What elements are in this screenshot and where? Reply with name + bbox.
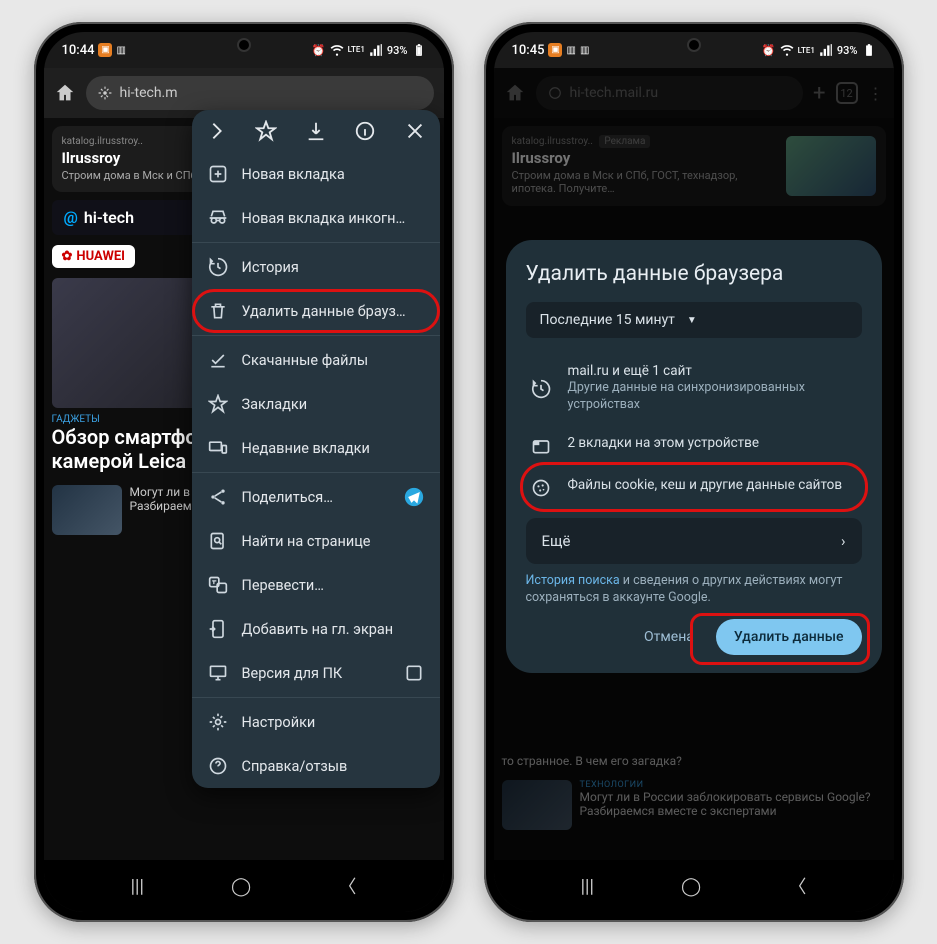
row-title: Файлы cookie, кеш и другие данные сайтов [568, 476, 843, 498]
menu-add-home[interactable]: Добавить на гл. экран [192, 607, 440, 651]
notification-icon: ▥ [566, 45, 575, 56]
menu-clear-data[interactable]: Удалить данные брауз… [192, 289, 440, 333]
desktop-icon [208, 663, 228, 683]
download-icon[interactable] [305, 120, 327, 142]
dialog-title: Удалить данные браузера [526, 262, 862, 286]
star-icon[interactable] [255, 120, 277, 142]
menu-downloads[interactable]: Скачанные файлы [192, 338, 440, 382]
menu-settings[interactable]: Настройки [192, 700, 440, 744]
menu-bookmarks[interactable]: Закладки [192, 382, 440, 426]
menu-find[interactable]: Найти на странице [192, 519, 440, 563]
phone-right: 10:45 ▣ ▥ ▥ ⏰ LTE1 93% hi-tech.mail.ru +… [484, 22, 904, 922]
dialog-row-history[interactable]: mail.ru и ещё 1 сайт Другие данные на си… [526, 352, 862, 424]
chevron-down-icon: ▼ [687, 315, 697, 326]
dialog-row-cookies[interactable]: Файлы cookie, кеш и другие данные сайтов [526, 466, 862, 508]
menu-share[interactable]: Поделиться… [192, 475, 440, 519]
forward-icon[interactable] [206, 120, 228, 142]
share-icon [208, 487, 228, 507]
incognito-icon [208, 208, 228, 228]
menu-top-actions [192, 110, 440, 152]
menu-help[interactable]: Справка/отзыв [192, 744, 440, 788]
home-icon[interactable] [54, 82, 76, 104]
menu-recent-tabs[interactable]: Недавние вкладки [192, 426, 440, 470]
huawei-chip[interactable]: ✿ HUAWEI [52, 245, 135, 268]
back-nav-icon[interactable]: 〈 [788, 873, 806, 899]
check-underline-icon [208, 350, 228, 370]
alarm-icon: ⏰ [312, 44, 326, 57]
menu-incognito[interactable]: Новая вкладка инкогн… [192, 196, 440, 240]
cookie-icon [528, 476, 554, 498]
menu-translate[interactable]: Перевести… [192, 563, 440, 607]
hitech-label: hi-tech [84, 208, 134, 227]
battery-icon [412, 43, 426, 57]
cancel-button[interactable]: Отмена [640, 621, 698, 653]
recents-icon[interactable]: ||| [131, 876, 144, 897]
row-title: 2 вкладки на этом устройстве [568, 434, 760, 456]
menu-desktop-site[interactable]: Версия для ПК [192, 651, 440, 695]
clear-data-dialog: Удалить данные браузера Последние 15 мин… [506, 240, 882, 673]
signal-icon [819, 43, 833, 57]
overflow-menu: Новая вкладка Новая вкладка инкогн… Исто… [192, 110, 440, 788]
lock-icon [98, 86, 112, 100]
history-icon [528, 362, 554, 414]
battery-pct: 93% [837, 44, 858, 57]
status-time: 10:45 [512, 43, 545, 58]
back-nav-icon[interactable]: 〈 [338, 873, 356, 899]
add-to-home-icon [208, 619, 228, 639]
close-icon[interactable] [404, 120, 426, 142]
row-title: mail.ru и ещё 1 сайт [568, 362, 860, 380]
front-camera [237, 38, 251, 52]
home-nav-icon[interactable]: ◯ [231, 876, 251, 897]
menu-new-tab[interactable]: Новая вкладка [192, 152, 440, 196]
telegram-icon [404, 487, 424, 507]
time-range-dropdown[interactable]: Последние 15 минут ▼ [526, 302, 862, 338]
status-time: 10:44 [62, 43, 95, 58]
menu-history[interactable]: История [192, 245, 440, 289]
notification-icon: ▣ [548, 43, 562, 57]
url-text: hi-tech.m [120, 85, 178, 101]
battery-icon [862, 43, 876, 57]
row-sub: Другие данные на синхронизированных устр… [568, 380, 860, 414]
notification-icon: ▥ [580, 45, 589, 56]
translate-icon [208, 575, 228, 595]
recents-icon[interactable]: ||| [581, 876, 594, 897]
time-range-label: Последние 15 минут [540, 312, 675, 328]
help-icon [208, 756, 228, 776]
tab-icon [528, 434, 554, 456]
trash-icon [208, 301, 228, 321]
more-options[interactable]: Ещё › [526, 518, 862, 564]
history-icon [208, 257, 228, 277]
phone-left: 10:44 ▣ ▥ ⏰ LTE1 93% hi-tech.m katalo [34, 22, 454, 922]
huawei-label: HUAWEI [76, 249, 125, 264]
net-type: LTE1 [798, 46, 815, 55]
signal-icon [369, 43, 383, 57]
dialog-buttons: Отмена Удалить данные [526, 619, 862, 655]
notification-icon: ▣ [98, 43, 112, 57]
url-bar[interactable]: hi-tech.m [86, 76, 434, 110]
info-icon[interactable] [354, 120, 376, 142]
home-nav-icon[interactable]: ◯ [681, 876, 701, 897]
front-camera [687, 38, 701, 52]
more-label: Ещё [542, 532, 571, 550]
net-type: LTE1 [348, 46, 365, 54]
find-in-page-icon [208, 531, 228, 551]
dialog-row-tabs[interactable]: 2 вкладки на этом устройстве [526, 424, 862, 466]
checkbox-icon[interactable] [404, 663, 424, 683]
android-nav-bar: ||| ◯ 〈 [44, 860, 444, 912]
devices-icon [208, 438, 228, 458]
wifi-icon [330, 43, 344, 57]
footnote-link[interactable]: История поиска [526, 573, 620, 588]
confirm-delete-button[interactable]: Удалить данные [716, 619, 862, 655]
plus-box-icon [208, 164, 228, 184]
notification-icon: ▥ [116, 45, 125, 56]
wifi-icon [780, 43, 794, 57]
android-nav-bar: ||| ◯ 〈 [494, 860, 894, 912]
alarm-icon: ⏰ [762, 44, 776, 57]
gear-icon [208, 712, 228, 732]
dialog-footnote: История поиска и сведения о других дейст… [526, 572, 862, 607]
battery-pct: 93% [387, 44, 408, 57]
star-icon [208, 394, 228, 414]
chevron-right-icon: › [841, 532, 846, 550]
